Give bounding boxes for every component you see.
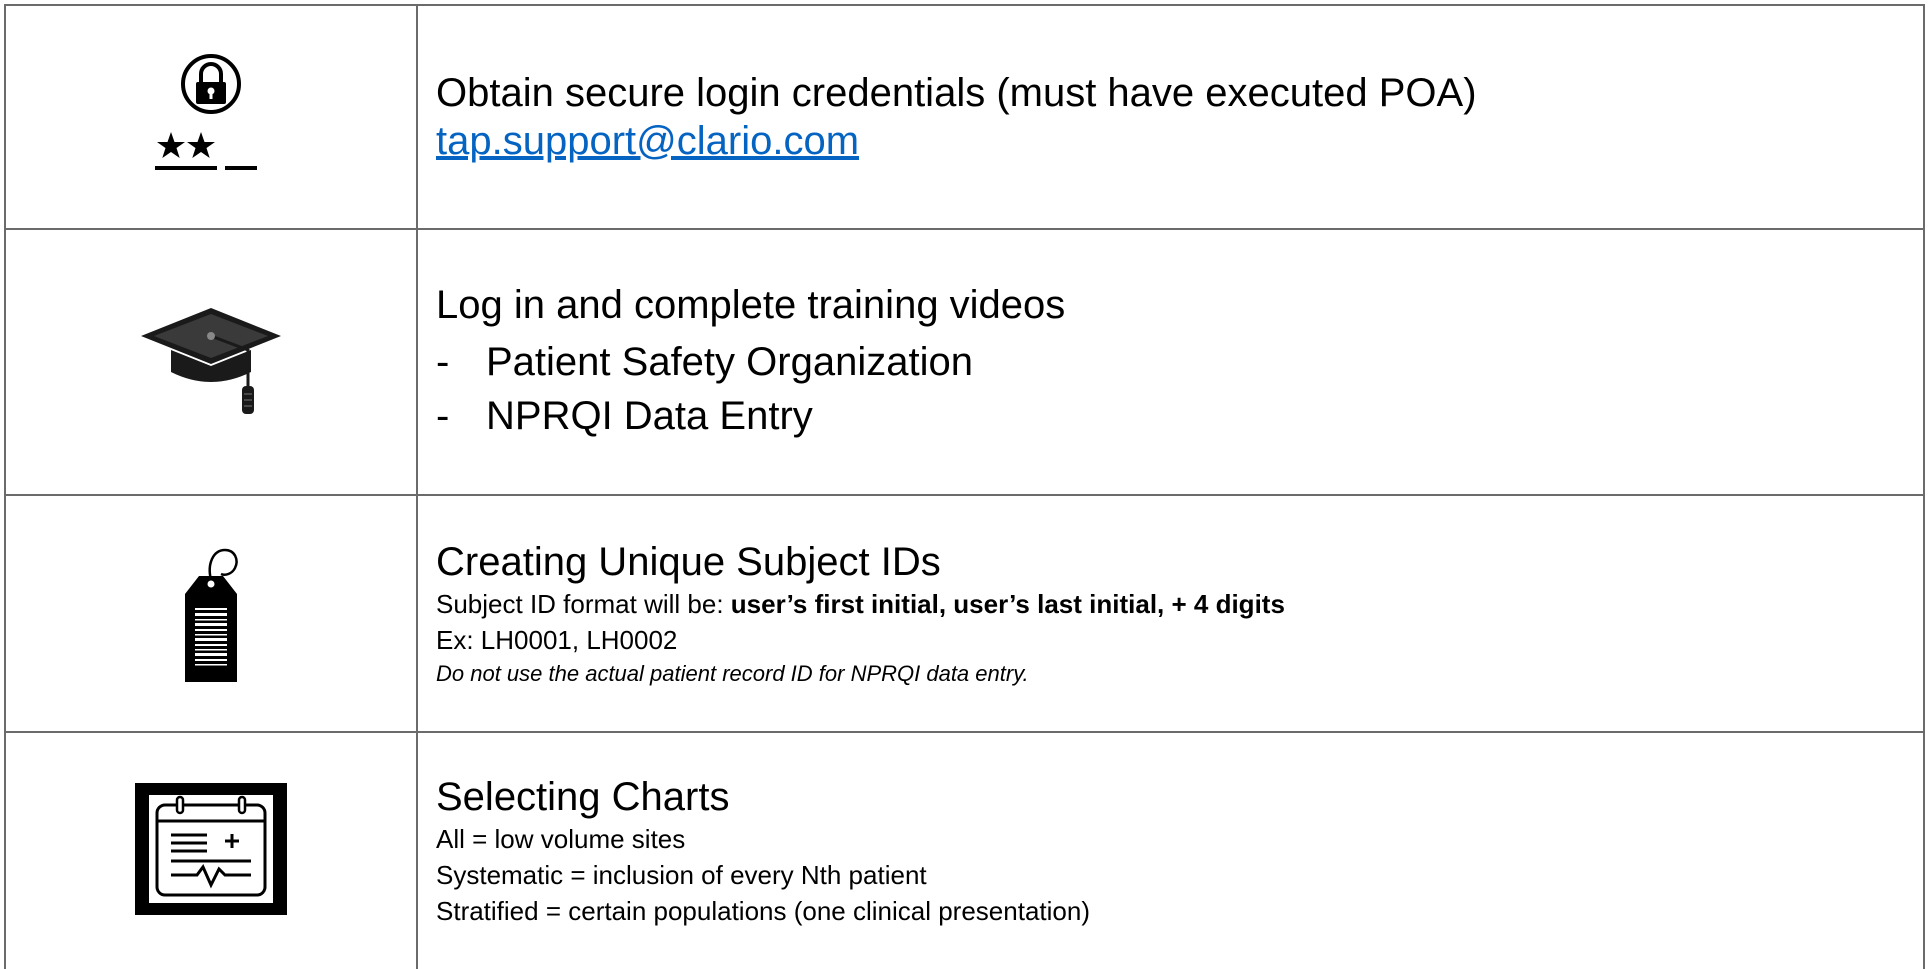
format-prefix: Subject ID format will be: [436, 588, 731, 619]
list-item: - Patient Safety Organization [436, 335, 1923, 389]
step-row-charts: Selecting Charts All = low volume sites … [4, 731, 1925, 969]
icon-cell [4, 494, 418, 733]
graduation-cap-icon [136, 300, 286, 425]
subject-id-format: Subject ID format will be: user’s first … [436, 586, 1923, 622]
step-title: Creating Unique Subject IDs [436, 539, 941, 584]
text-cell: Obtain secure login credentials (must ha… [416, 4, 1925, 230]
step-row-training: Log in and complete training videos - Pa… [4, 228, 1925, 496]
icon-cell [4, 228, 418, 496]
text-cell: Selecting Charts All = low volume sites … [416, 731, 1925, 969]
subject-id-example: Ex: LH0001, LH0002 [436, 624, 678, 655]
step-title: Log in and complete training videos [436, 283, 1066, 327]
chart-method-all: All = low volume sites [436, 824, 686, 854]
step-title: Selecting Charts [436, 775, 730, 819]
list-dash: - [436, 340, 450, 384]
list-item-text: Patient Safety Organization [486, 340, 973, 384]
tag-barcode-icon [171, 536, 251, 691]
text-cell: Log in and complete training videos - Pa… [416, 228, 1925, 496]
lock-password-icon [151, 50, 271, 185]
medical-chart-icon [135, 782, 287, 920]
step-row-credentials: Obtain secure login credentials (must ha… [4, 4, 1925, 230]
format-rule: user’s first initial, user’s last initia… [730, 588, 1285, 619]
document-page: Obtain secure login credentials (must ha… [0, 0, 1928, 969]
list-dash: - [436, 394, 450, 438]
list-item: - NPRQI Data Entry [436, 389, 1923, 443]
icon-cell [4, 731, 418, 969]
step-row-subject-ids: Creating Unique Subject IDs Subject ID f… [4, 494, 1925, 733]
chart-method-stratified: Stratified = certain populations (one cl… [436, 896, 1090, 926]
chart-method-systematic: Systematic = inclusion of every Nth pati… [436, 860, 927, 890]
list-item-text: NPRQI Data Entry [486, 394, 813, 438]
text-cell: Creating Unique Subject IDs Subject ID f… [416, 494, 1925, 733]
icon-cell [4, 4, 418, 230]
step-title: Obtain secure login credentials (must ha… [436, 71, 1477, 115]
training-list: - Patient Safety Organization - NPRQI Da… [436, 335, 1923, 443]
support-email-link[interactable]: tap.support@clario.com [436, 119, 859, 163]
subject-id-note: Do not use the actual patient record ID … [436, 660, 1029, 686]
steps-table: Obtain secure login credentials (must ha… [4, 4, 1925, 969]
